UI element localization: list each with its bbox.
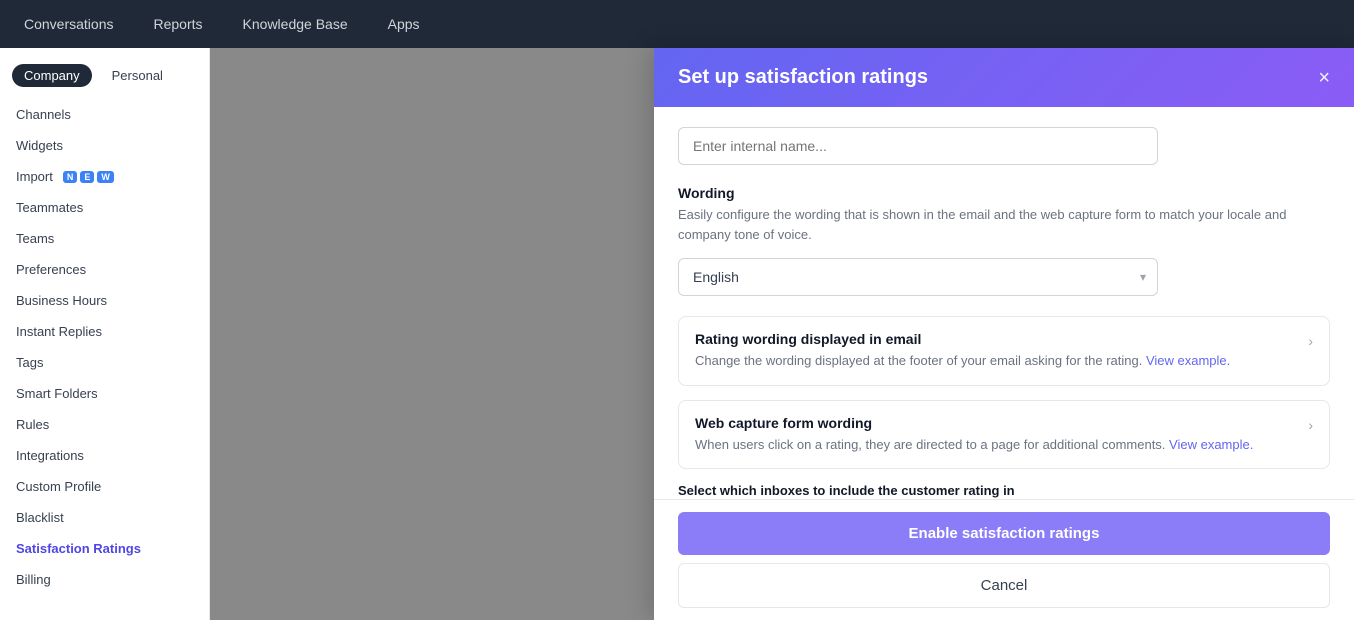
sidebar-item-import[interactable]: Import N E W bbox=[0, 161, 209, 192]
sidebar-item-custom-profile[interactable]: Custom Profile bbox=[0, 471, 209, 502]
language-select-wrapper: English French Spanish German Portuguese… bbox=[678, 258, 1158, 296]
cancel-button[interactable]: Cancel bbox=[678, 563, 1330, 608]
rating-view-example-link[interactable]: View example. bbox=[1146, 353, 1230, 368]
inboxes-section: Select which inboxes to include the cust… bbox=[678, 483, 1330, 499]
web-capture-row[interactable]: Web capture form wording When users clic… bbox=[678, 400, 1330, 470]
rating-wording-title: Rating wording displayed in email bbox=[695, 331, 1296, 347]
rating-wording-desc: Change the wording displayed at the foot… bbox=[695, 351, 1296, 371]
nav-conversations[interactable]: Conversations bbox=[16, 12, 122, 36]
sidebar-item-smart-folders[interactable]: Smart Folders bbox=[0, 378, 209, 409]
sidebar-item-rules[interactable]: Rules bbox=[0, 409, 209, 440]
sidebar-item-billing[interactable]: Billing bbox=[0, 564, 209, 595]
web-capture-content: Web capture form wording When users clic… bbox=[695, 415, 1296, 455]
app-layout: Company Personal Channels Widgets Import… bbox=[0, 48, 1354, 620]
sidebar-item-teams[interactable]: Teams bbox=[0, 223, 209, 254]
nav-reports[interactable]: Reports bbox=[146, 12, 211, 36]
internal-name-input[interactable] bbox=[678, 127, 1158, 165]
badge-e: E bbox=[80, 171, 94, 183]
nav-knowledge-base[interactable]: Knowledge Base bbox=[235, 12, 356, 36]
sidebar-item-tags[interactable]: Tags bbox=[0, 347, 209, 378]
web-capture-title: Web capture form wording bbox=[695, 415, 1296, 431]
nav-apps[interactable]: Apps bbox=[380, 12, 428, 36]
import-badges: N E W bbox=[63, 171, 114, 183]
web-capture-view-example-link[interactable]: View example. bbox=[1169, 437, 1253, 452]
modal-title: Set up satisfaction ratings bbox=[678, 66, 928, 89]
tab-company[interactable]: Company bbox=[12, 64, 92, 87]
modal-close-button[interactable]: × bbox=[1318, 68, 1330, 88]
sidebar-item-teammates[interactable]: Teammates bbox=[0, 192, 209, 223]
sidebar-item-blacklist[interactable]: Blacklist bbox=[0, 502, 209, 533]
sidebar-item-channels[interactable]: Channels bbox=[0, 99, 209, 130]
modal-panel: Set up satisfaction ratings × Wording Ea… bbox=[654, 48, 1354, 620]
wording-section: Wording Easily configure the wording tha… bbox=[678, 185, 1330, 296]
inboxes-label: Select which inboxes to include the cust… bbox=[678, 483, 1330, 498]
badge-w: W bbox=[97, 171, 114, 183]
sidebar-item-satisfaction-ratings[interactable]: Satisfaction Ratings bbox=[0, 533, 209, 564]
rating-wording-chevron-icon: › bbox=[1308, 333, 1313, 349]
enable-button[interactable]: Enable satisfaction ratings bbox=[678, 512, 1330, 555]
wording-description: Easily configure the wording that is sho… bbox=[678, 205, 1330, 244]
top-navigation: Conversations Reports Knowledge Base App… bbox=[0, 0, 1354, 48]
sidebar: Company Personal Channels Widgets Import… bbox=[0, 48, 210, 620]
language-select[interactable]: English French Spanish German Portuguese bbox=[678, 258, 1158, 296]
sidebar-item-integrations[interactable]: Integrations bbox=[0, 440, 209, 471]
rating-wording-content: Rating wording displayed in email Change… bbox=[695, 331, 1296, 371]
sidebar-item-instant-replies[interactable]: Instant Replies bbox=[0, 316, 209, 347]
sidebar-item-preferences[interactable]: Preferences bbox=[0, 254, 209, 285]
modal-body: Wording Easily configure the wording tha… bbox=[654, 107, 1354, 499]
sidebar-item-business-hours[interactable]: Business Hours bbox=[0, 285, 209, 316]
badge-n: N bbox=[63, 171, 78, 183]
sidebar-item-widgets[interactable]: Widgets bbox=[0, 130, 209, 161]
tab-personal[interactable]: Personal bbox=[100, 64, 175, 87]
main-content: Know how you Get feedbackdoing by arecei… bbox=[210, 48, 1354, 620]
modal-header: Set up satisfaction ratings × bbox=[654, 48, 1354, 107]
web-capture-chevron-icon: › bbox=[1308, 417, 1313, 433]
modal-footer: Enable satisfaction ratings Cancel bbox=[654, 499, 1354, 620]
sidebar-tab-group: Company Personal bbox=[0, 64, 209, 99]
web-capture-desc: When users click on a rating, they are d… bbox=[695, 435, 1296, 455]
rating-wording-row[interactable]: Rating wording displayed in email Change… bbox=[678, 316, 1330, 386]
wording-title: Wording bbox=[678, 185, 1330, 201]
